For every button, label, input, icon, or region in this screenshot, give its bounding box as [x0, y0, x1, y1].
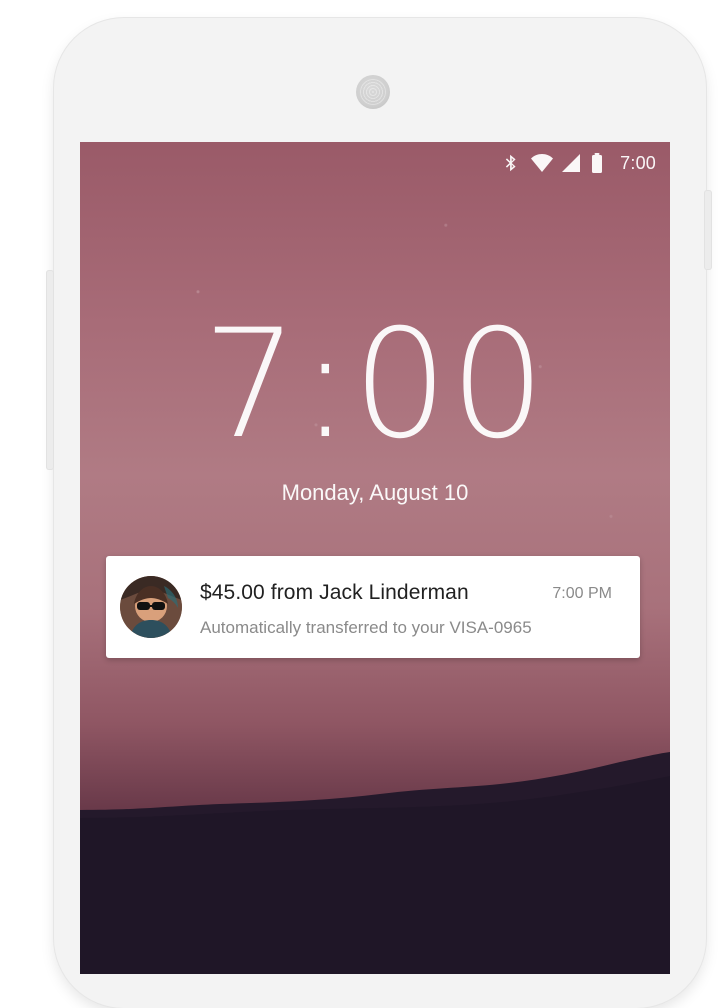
wifi-icon — [530, 152, 554, 174]
notification-time: 7:00 PM — [552, 585, 612, 602]
speaker-grille — [356, 75, 390, 109]
wallpaper-mountains — [80, 752, 670, 974]
status-time: 7:00 — [620, 152, 656, 173]
battery-icon — [590, 152, 612, 174]
lockscreen-date: Monday, August 10 — [281, 480, 469, 505]
lockscreen-clock: 7:00 — [202, 298, 548, 472]
cellular-signal-icon — [560, 152, 582, 174]
status-bar: 7:00 — [500, 150, 656, 176]
phone-side-button-right[interactable] — [704, 190, 712, 270]
phone-side-button-left[interactable] — [46, 270, 54, 470]
avatar-icon — [120, 576, 182, 638]
notification-text: Automatically transferred to your VISA-0… — [200, 618, 532, 637]
notification-card[interactable]: $45.00 from Jack Linderman 7:00 PM Autom… — [106, 556, 640, 658]
bluetooth-icon — [500, 152, 522, 174]
notification-title: $45.00 from Jack Linderman — [200, 581, 469, 604]
phone-screen: 7:00 7:00 Monday, August 10 $45.00 from … — [80, 142, 670, 974]
